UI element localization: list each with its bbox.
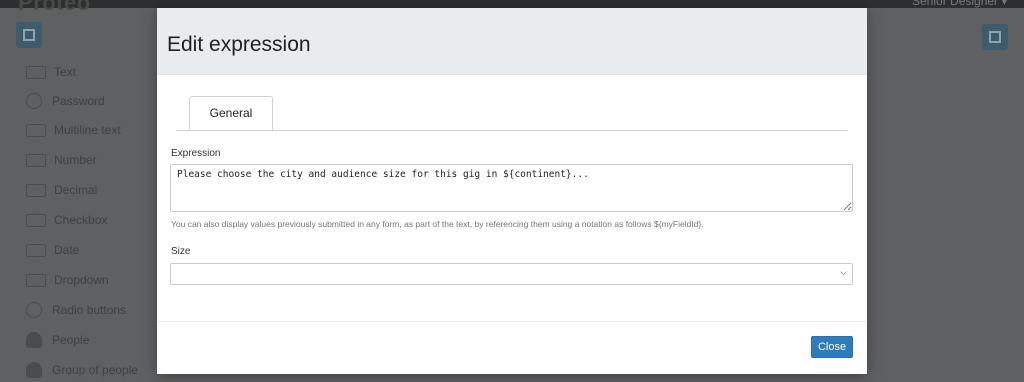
radio-icon (26, 302, 42, 318)
sidebar-item-decimal[interactable]: Decimal (26, 179, 97, 201)
expression-help-text: You can also display values previously s… (171, 219, 704, 229)
chevron-down-icon: ⌵ (840, 267, 847, 277)
calendar-icon (26, 243, 46, 257)
expression-textarea[interactable]: Please choose the city and audience size… (170, 164, 853, 212)
sidebar-item-radio[interactable]: Radio buttons (26, 299, 126, 321)
lock-icon (26, 93, 42, 109)
app-logo: Proteo (18, 0, 91, 15)
sidebar-item-multiline[interactable]: Multiline text (26, 119, 121, 141)
checkbox-icon (26, 213, 46, 227)
sidebar-item-date[interactable]: Date (26, 239, 79, 261)
dialog-footer-divider (157, 321, 867, 322)
tab-general[interactable]: General (189, 96, 273, 130)
app-topbar (0, 0, 1024, 8)
dialog-tabs: General (177, 96, 847, 131)
dialog-header: Edit expression (157, 8, 867, 75)
sidebar-item-text[interactable]: Text (26, 61, 76, 83)
grid-icon (23, 29, 35, 41)
user-menu[interactable]: Senior Designer ▾ (912, 0, 1007, 8)
expression-label: Expression (171, 148, 221, 159)
number-icon (26, 153, 46, 167)
sidebar-item-dropdown[interactable]: Dropdown (26, 269, 109, 291)
dialog-title: Edit expression (167, 33, 311, 56)
dropdown-icon (26, 273, 46, 287)
close-button[interactable]: Close (811, 336, 853, 358)
sidebar-item-people[interactable]: People (26, 329, 89, 351)
textarea-icon (26, 123, 46, 137)
sidebar-item-number[interactable]: Number (26, 149, 97, 171)
textbox-icon (26, 65, 46, 79)
app-menu-button[interactable] (16, 22, 42, 48)
edit-expression-dialog: Edit expression General Expression Pleas… (157, 8, 867, 374)
expand-icon (989, 31, 1001, 43)
size-label: Size (171, 246, 191, 257)
sidebar-item-checkbox[interactable]: Checkbox (26, 209, 107, 231)
decimal-icon (26, 183, 46, 197)
person-icon (26, 332, 42, 348)
size-select[interactable]: ⌵ (170, 263, 853, 285)
group-icon (26, 362, 42, 378)
sidebar-item-password[interactable]: Password (26, 90, 105, 112)
app-action-button[interactable] (982, 24, 1008, 50)
sidebar-item-group[interactable]: Group of people (26, 359, 138, 381)
